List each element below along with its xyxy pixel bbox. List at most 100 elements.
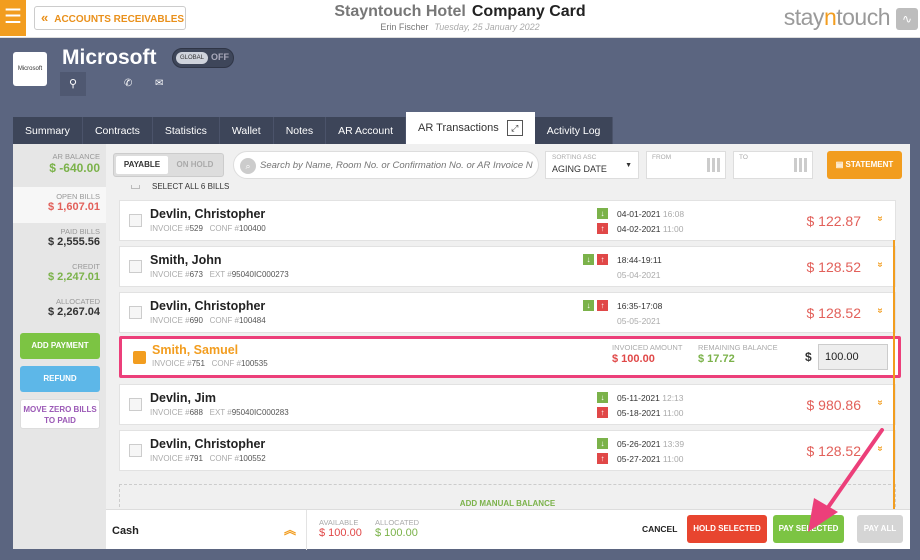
expand-chevron-icon[interactable]: »	[875, 216, 886, 222]
cancel-button[interactable]: CANCEL	[642, 524, 677, 534]
refund-button[interactable]: REFUND	[20, 366, 100, 392]
sort-dropdown[interactable]: SORTING ASC AGING DATE ▼	[545, 151, 639, 179]
bill-checkbox[interactable]	[129, 398, 142, 411]
remaining-balance-label: REMAINING BALANCE	[698, 343, 778, 352]
guest-name: Devlin, Christopher	[150, 207, 266, 221]
ar-balance: AR BALANCE $ -640.00	[49, 152, 100, 175]
bill-amount: $ 128.52	[806, 259, 862, 275]
tab-bar: Summary Contracts Statistics Wallet Note…	[13, 112, 614, 145]
credit[interactable]: CREDIT $ 2,247.01	[13, 262, 106, 283]
bill-amount: $ 128.52	[806, 443, 862, 459]
expand-chevron-icon[interactable]: »	[875, 308, 886, 314]
current-date: Tuesday, 25 January 2022	[434, 22, 540, 32]
balance-sidebar: AR BALANCE $ -640.00 OPEN BILLS $ 1,607.…	[13, 144, 106, 549]
ar-transactions-panel: AR BALANCE $ -640.00 OPEN BILLS $ 1,607.…	[13, 144, 910, 549]
arrival-arrow-icon: ↓	[583, 254, 594, 265]
bill-checkbox-checked[interactable]	[133, 351, 146, 364]
double-chevron-up-icon[interactable]: ︽	[284, 521, 296, 538]
activity-icon[interactable]: ∿	[896, 8, 918, 30]
select-all-bills[interactable]: SELECT ALL 6 BILLS	[131, 182, 229, 191]
double-chevron-left-icon: «	[41, 10, 49, 25]
tab-activity-log[interactable]: Activity Log	[534, 117, 614, 145]
payable-tab[interactable]: PAYABLE	[116, 156, 168, 174]
selected-bill-row: Smith, Samuel INVOICE #751 CONF #100535 …	[119, 336, 901, 378]
arrival-arrow-icon: ↓	[583, 300, 594, 311]
expand-chevron-icon[interactable]: »	[875, 262, 886, 268]
tab-notes[interactable]: Notes	[273, 117, 327, 145]
select-all-checkbox[interactable]	[131, 184, 140, 189]
global-toggle-knob: GLOBAL	[176, 52, 208, 64]
tab-contracts[interactable]: Contracts	[82, 117, 153, 145]
tab-statistics[interactable]: Statistics	[152, 117, 220, 145]
to-date-field[interactable]: TO	[733, 151, 813, 179]
bill-amount: $ 128.52	[806, 305, 862, 321]
bill-checkbox[interactable]	[129, 444, 142, 457]
search-box: ⌕	[233, 151, 539, 179]
expand-chevron-icon[interactable]: »	[875, 446, 886, 452]
pay-all-button[interactable]: PAY ALL	[857, 515, 903, 543]
tab-summary[interactable]: Summary	[13, 117, 83, 145]
bills-list: Devlin, Christopher INVOICE #529 CONF #1…	[119, 194, 903, 512]
expand-icon[interactable]: ⤢	[506, 120, 523, 137]
phone-icon[interactable]: ✆	[124, 78, 132, 89]
bill-checkbox[interactable]	[129, 214, 142, 227]
bill-status-toggle: PAYABLE ON HOLD	[113, 153, 224, 177]
allocated-label: ALLOCATED	[375, 518, 420, 527]
add-payment-button[interactable]: ADD PAYMENT	[20, 333, 100, 359]
statement-button[interactable]: ▤ STATEMENT	[827, 151, 902, 179]
guest-name: Devlin, Jim	[150, 391, 216, 405]
payment-method: Cash	[112, 525, 139, 537]
open-bills[interactable]: OPEN BILLS $ 1,607.01	[13, 187, 106, 223]
hamburger-menu-icon[interactable]: ☰	[0, 0, 26, 36]
available-amount: $ 100.00	[319, 527, 362, 539]
tab-ar-account[interactable]: AR Account	[326, 117, 406, 145]
pay-selected-button[interactable]: PAY SELECTED	[773, 515, 844, 543]
location-pin-icon[interactable]: ⚲	[60, 72, 86, 96]
bill-row: Devlin, Christopher INVOICE #529 CONF #1…	[119, 200, 896, 241]
bill-amount: $ 122.87	[806, 213, 862, 229]
guest-name: Smith, John	[150, 253, 222, 267]
invoiced-amount-label: INVOICED AMOUNT	[612, 343, 683, 352]
tab-ar-transactions[interactable]: AR Transactions ⤢	[406, 112, 535, 144]
departure-arrow-icon: ↑	[597, 254, 608, 265]
guest-name: Smith, Samuel	[152, 343, 239, 357]
paid-bills[interactable]: PAID BILLS $ 2,555.56	[13, 227, 106, 248]
tab-wallet[interactable]: Wallet	[219, 117, 274, 145]
add-manual-balance-button[interactable]: ADD MANUAL BALANCE	[119, 484, 896, 512]
back-button[interactable]: « ACCOUNTS RECEIVABLES	[34, 6, 186, 30]
search-input[interactable]	[260, 156, 534, 174]
company-logo: Microsoft	[13, 52, 47, 86]
global-toggle-state: OFF	[211, 52, 229, 62]
departure-arrow-icon: ↑	[597, 223, 608, 234]
user-name: Erin Fischer	[380, 22, 429, 32]
bill-row: Smith, John INVOICE #673 EXT #95040IC000…	[119, 246, 896, 287]
search-icon: ⌕	[240, 158, 256, 174]
bill-row: Devlin, Christopher INVOICE #690 CONF #1…	[119, 292, 896, 333]
back-label: ACCOUNTS RECEIVABLES	[54, 14, 185, 25]
expand-chevron-icon[interactable]: »	[875, 400, 886, 406]
guest-name: Devlin, Christopher	[150, 437, 266, 451]
departure-arrow-icon: ↑	[597, 300, 608, 311]
arrival-arrow-icon: ↓	[597, 392, 608, 403]
top-bar: ☰ « ACCOUNTS RECEIVABLES Stayntouch Hotel…	[0, 0, 920, 38]
from-date-field[interactable]: FROM	[646, 151, 726, 179]
dropdown-caret-icon: ▼	[625, 162, 632, 169]
bill-checkbox[interactable]	[129, 306, 142, 319]
move-zero-bills-button[interactable]: MOVE ZERO BILLS TO PAID	[20, 399, 100, 429]
list-scrollbar[interactable]	[893, 240, 895, 510]
global-toggle[interactable]: GLOBAL OFF	[172, 48, 234, 68]
payment-amount-input[interactable]	[818, 344, 888, 370]
allocated[interactable]: ALLOCATED $ 2,267.04	[13, 297, 106, 318]
currency-symbol: $	[805, 350, 812, 364]
on-hold-tab[interactable]: ON HOLD	[169, 156, 221, 174]
bill-row: Devlin, Jim INVOICE #688 EXT #95040IC000…	[119, 384, 896, 425]
mail-icon[interactable]: ✉	[155, 78, 163, 89]
remaining-balance: $ 17.72	[698, 353, 735, 365]
calendar-icon	[707, 158, 721, 172]
brand-logo: stayntouch	[783, 4, 891, 30]
arrival-arrow-icon: ↓	[597, 208, 608, 219]
hotel-name: Stayntouch Hotel	[334, 3, 466, 20]
bill-checkbox[interactable]	[129, 260, 142, 273]
hold-selected-button[interactable]: HOLD SELECTED	[687, 515, 767, 543]
calendar-icon	[794, 158, 808, 172]
